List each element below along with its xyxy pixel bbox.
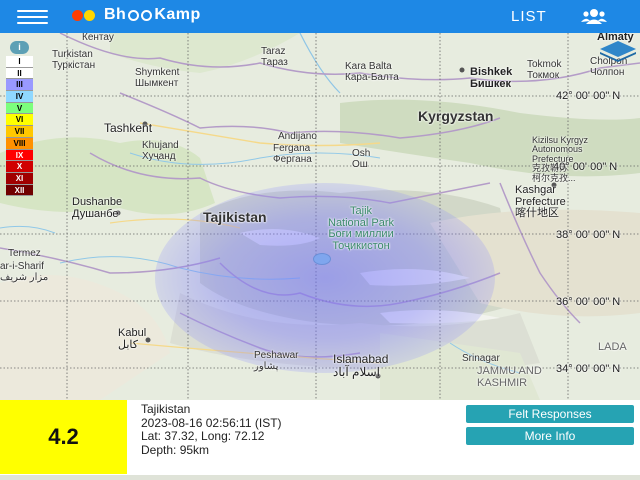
- map-label-tajikistan: Tajikistan: [203, 209, 267, 225]
- grid-label-lat38: 38° 00' 00" N: [556, 229, 621, 241]
- menu-icon[interactable]: [17, 10, 48, 24]
- legend-level-i: I: [6, 56, 33, 68]
- map-label-tashkent: Tashkent: [104, 121, 153, 135]
- event-coords: Lat: 37.32, Long: 72.12: [141, 429, 265, 443]
- map-label-shymkent: Shymkent Шымкент: [135, 67, 180, 89]
- map-label-karabalta: Kara Balta Кара-Балта: [345, 61, 399, 83]
- felt-responses-button[interactable]: Felt Responses: [466, 405, 634, 423]
- list-button[interactable]: LIST: [511, 8, 547, 25]
- event-region: Tajikistan: [141, 402, 191, 416]
- brand-left: Bh: [104, 6, 127, 23]
- earthquake-map[interactable]: Кентау Turkistan Туркістан Taraz Тараз A…: [0, 33, 640, 400]
- event-details: Tajikistan 2023-08-16 02:56:11 (IST) Lat…: [141, 402, 282, 457]
- map-label-kashgar: Kashgar Prefecture 喀什地区: [515, 184, 566, 220]
- map-label-taraz: Taraz Тараз: [261, 46, 288, 68]
- map-label-tokmok: Tokmok Токмок: [527, 59, 562, 81]
- layers-icon[interactable]: [598, 37, 638, 63]
- map-label-kyrgyzstan: Kyrgyzstan: [418, 108, 494, 124]
- legend-level-xii: XII: [6, 184, 33, 197]
- legend-level-vi: VI: [6, 114, 33, 127]
- eyes-icon: [127, 9, 153, 21]
- event-depth: Depth: 95km: [141, 442, 210, 457]
- app-logo: Bh Kamp: [72, 6, 201, 24]
- map-label-kentau: Кентау: [82, 33, 114, 43]
- more-info-button[interactable]: More Info: [466, 427, 634, 445]
- map-label-dushanbe: Dushanbe Душанбе: [72, 196, 123, 220]
- legend-level-ii: II: [6, 67, 33, 80]
- map-label-jammu-kashmir: JAMMU AND KASHMIR: [477, 365, 542, 389]
- map-label-ladakh: LADA: [598, 341, 627, 353]
- map-label-mazar: ar-i-Sharif مزار شریف: [0, 261, 49, 283]
- legend-level-viii: VIII: [6, 137, 33, 150]
- map-bottom-strip: [0, 475, 640, 480]
- map-label-kabul: Kabul کابل: [118, 327, 147, 351]
- map-label-termez: Termez: [8, 248, 41, 259]
- legend-level-iv: IV: [6, 91, 33, 103]
- grid-label-lat40: 40° 00' 00" N: [553, 161, 618, 173]
- legend-level-vii: VII: [6, 126, 33, 138]
- grid-label-lat34: 34° 00' 00" N: [556, 363, 621, 375]
- event-panel: 4.2 Tajikistan 2023-08-16 02:56:11 (IST)…: [0, 400, 640, 480]
- legend-level-x: X: [6, 161, 33, 173]
- map-label-peshawar: Peshawar پشاور: [254, 350, 299, 372]
- logo-mark-icon: [72, 9, 96, 21]
- legend-level-ix: IX: [6, 149, 33, 162]
- map-label-osh: Osh Ош: [352, 148, 371, 170]
- map-label-tajik-national-park: Tajik National Park Боғи миллии Тоҷикист…: [328, 205, 395, 252]
- map-label-islamabad: Islamabad اسلام آباد: [333, 352, 389, 379]
- map-label-kizilsu: Kizilsu Kyrgyz Autonomous Prefecture 克孜勒…: [532, 135, 589, 183]
- grid-label-lat36: 36° 00' 00" N: [556, 296, 621, 308]
- legend-level-v: V: [6, 102, 33, 115]
- map-label-khujand: Khujand Хуҷанд: [142, 140, 179, 162]
- app-header: Bh Kamp LIST: [0, 0, 640, 33]
- map-label-bishkek: Bishkek Бишкек: [470, 66, 513, 90]
- magnitude-box: 4.2: [0, 400, 127, 474]
- map-label-fergana: Fergana Фергана: [273, 143, 312, 165]
- epicenter-marker[interactable]: [313, 253, 331, 265]
- map-label-turkistan: Turkistan Туркістан: [52, 49, 96, 71]
- legend-level-xi: XI: [6, 172, 33, 185]
- legend-info-icon[interactable]: i: [10, 41, 29, 54]
- intensity-legend: i I II III IV V VI VII VIII IX X XI XII: [6, 41, 33, 197]
- users-icon[interactable]: [580, 7, 608, 25]
- legend-level-iii: III: [6, 79, 33, 92]
- brand-right: Kamp: [154, 6, 201, 23]
- map-label-andijano: Andijano: [278, 131, 317, 142]
- event-datetime: 2023-08-16 02:56:11 (IST): [141, 415, 282, 430]
- map-label-srinagar: Srinagar: [462, 353, 500, 364]
- grid-label-lat42: 42° 00' 00" N: [556, 90, 621, 102]
